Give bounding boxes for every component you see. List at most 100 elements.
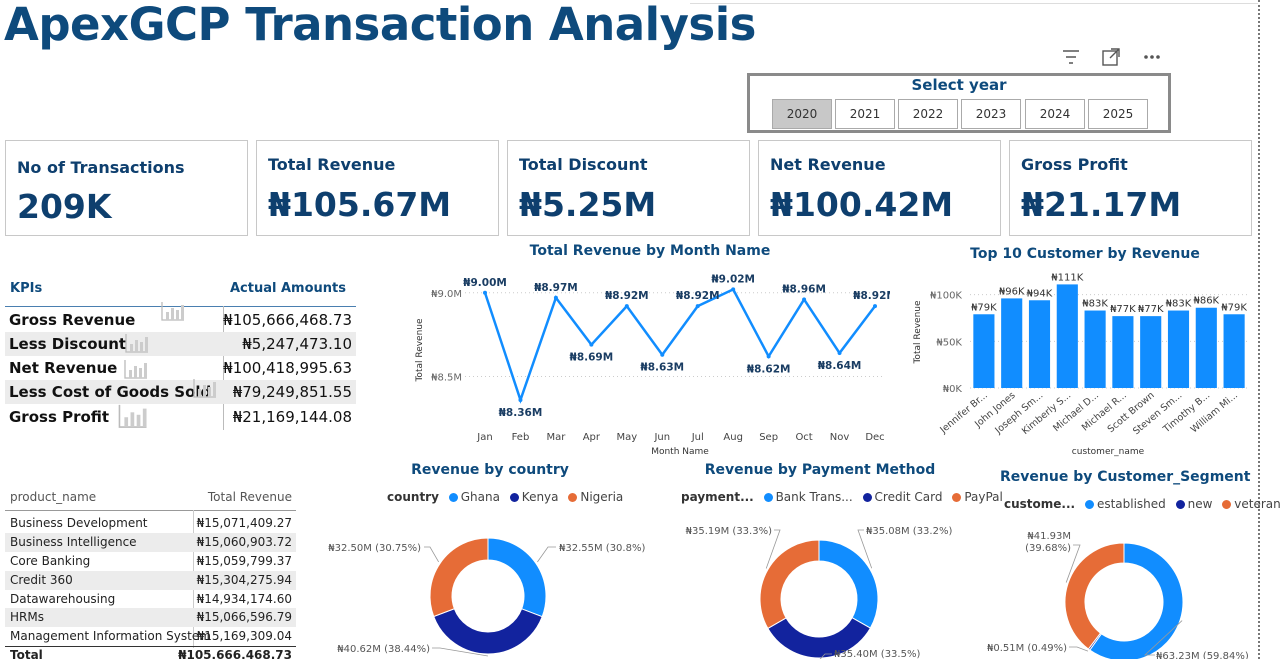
chart-icon	[161, 302, 184, 321]
product-revenue: ₦15,071,409.27	[196, 516, 292, 530]
legend-item[interactable]: Credit Card	[875, 490, 943, 504]
year-button-2020[interactable]: 2020	[772, 99, 832, 129]
data-label: ₦35.08M (33.2%)	[866, 526, 952, 537]
donut-slice[interactable]	[1064, 542, 1125, 650]
data-label: ₦8.63M	[640, 362, 684, 374]
legend-swatch	[568, 493, 578, 502]
line-point[interactable]	[731, 287, 736, 292]
legend-item[interactable]: Ghana	[461, 490, 500, 504]
data-label: ₦83K	[1082, 299, 1108, 310]
x-tick-label: Jan	[476, 432, 492, 443]
kpi-card-net-revenue: Net Revenue ₦100.42M	[758, 140, 1001, 236]
donut-chart-country[interactable]: ₦32.55M (30.8%) ₦40.62M (38.44%) ₦32.50M (…	[320, 515, 660, 659]
more-options-icon[interactable]	[1141, 46, 1163, 68]
kpi-card-value: ₦100.42M	[770, 185, 954, 224]
data-label: ₦8.69M	[570, 352, 614, 364]
leader-line	[424, 546, 439, 563]
bar[interactable]	[1223, 314, 1245, 388]
bar[interactable]	[1028, 300, 1051, 388]
x-axis-label: Month Name	[651, 447, 709, 457]
line-point[interactable]	[695, 304, 700, 309]
donut-chart-segment[interactable]: ₦63.23M (59.84%) ₦0.51M (0.49%) ₦41.93M(39…	[985, 515, 1257, 659]
legend-item[interactable]: Nigeria	[580, 490, 623, 504]
line-point[interactable]	[766, 354, 771, 359]
line-point[interactable]	[873, 304, 877, 309]
bar[interactable]	[973, 314, 995, 388]
x-tick-label: Feb	[512, 432, 530, 443]
legend-swatch	[952, 493, 962, 502]
filter-icon[interactable]	[1060, 46, 1082, 68]
bar[interactable]	[1001, 298, 1023, 388]
total-value: ₦105,666,468.73	[178, 648, 292, 659]
donut-slice[interactable]	[429, 537, 489, 618]
line-point[interactable]	[802, 297, 807, 302]
donut-slice[interactable]	[487, 537, 547, 618]
donut-slice[interactable]	[818, 539, 879, 629]
kpi-name: Gross Profit	[9, 408, 110, 426]
data-label: ₦9.00M	[463, 277, 507, 289]
bar[interactable]	[1140, 316, 1162, 388]
product-table-header: product_name Total Revenue	[5, 488, 296, 508]
year-button-2025[interactable]: 2025	[1088, 99, 1148, 129]
table-row: Credit 360 ₦15,304,275.94	[5, 571, 296, 590]
bar[interactable]	[1084, 310, 1106, 388]
kpi-table-row: Gross Profit ₦21,169,144.08	[5, 405, 356, 429]
bar-chart[interactable]: ₦0K₦50K₦100KTotal Revenue ₦79KJennifer Br…	[908, 266, 1253, 458]
legend-item[interactable]: Bank Trans...	[776, 490, 853, 504]
legend-item[interactable]: Kenya	[522, 490, 559, 504]
kpi-table-row: Net Revenue ₦100,418,995.63	[5, 356, 356, 380]
kpi-card-gross-profit: Gross Profit ₦21.17M	[1009, 140, 1252, 236]
kpi-amount: ₦105,666,468.73	[223, 311, 352, 329]
bar[interactable]	[1112, 316, 1134, 388]
year-slicer-title: Select year	[911, 76, 1007, 94]
legend-item[interactable]: established	[1097, 497, 1166, 511]
product-table-divider	[5, 510, 296, 511]
x-tick-label: Mar	[546, 432, 566, 443]
donut-chart-payment[interactable]: ₦35.08M (33.2%) ₦35.40M (33.5%) ₦35.19M (3…	[660, 515, 980, 659]
line-point[interactable]	[660, 352, 665, 357]
x-tick-label: Nov	[830, 432, 850, 443]
bar[interactable]	[1056, 284, 1078, 388]
y-tick-label: ₦50K	[936, 337, 962, 348]
product-revenue: ₦14,934,174.60	[196, 592, 292, 606]
data-label: ₦86K	[1193, 296, 1219, 307]
year-button-2024[interactable]: 2024	[1025, 99, 1085, 129]
legend-item[interactable]: new	[1188, 497, 1213, 511]
year-button-2021[interactable]: 2021	[835, 99, 895, 129]
data-label: ₦8.64M	[818, 360, 862, 372]
kpi-card-label: Net Revenue	[770, 155, 886, 174]
line-point[interactable]	[553, 295, 558, 300]
kpi-amount: ₦79,249,851.55	[232, 383, 352, 401]
data-label: ₦8.36M	[499, 407, 543, 419]
bar[interactable]	[1167, 310, 1190, 388]
kpi-name: Less Discount	[9, 335, 127, 353]
product-revenue: ₦15,059,799.37	[196, 554, 292, 568]
product-table-header-revenue[interactable]: Total Revenue	[208, 490, 292, 504]
kpi-card-value: 209K	[17, 187, 112, 226]
line-point[interactable]	[483, 290, 487, 295]
line-point[interactable]	[589, 342, 594, 347]
table-row: Management Information System ₦15,169,30…	[5, 627, 296, 646]
legend-item[interactable]: veteran	[1234, 497, 1280, 511]
line-chart[interactable]: ₦8.5M ₦9.0M Total Revenue ₦9.00M Jan ₦8.36M Fe…	[410, 262, 890, 458]
year-button-2023[interactable]: 2023	[961, 99, 1021, 129]
year-button-2022[interactable]: 2022	[898, 99, 958, 129]
bar[interactable]	[1195, 307, 1217, 388]
kpi-card-value: ₦105.67M	[268, 185, 452, 224]
kpi-table-header-kpis[interactable]: KPIs	[10, 281, 42, 296]
donut-payment-legend: payment... Bank Trans... Credit Card Pay…	[681, 490, 1003, 504]
legend-item[interactable]: PayPal	[964, 490, 1003, 504]
y-tick-label: ₦100K	[930, 291, 962, 302]
y-tick-label: ₦0K	[943, 384, 963, 395]
line-point[interactable]	[837, 351, 842, 356]
donut-slice[interactable]	[433, 608, 543, 655]
line-point[interactable]	[624, 304, 629, 309]
product-table-header-name[interactable]: product_name	[10, 490, 96, 504]
line-point[interactable]	[518, 397, 523, 402]
focus-mode-icon[interactable]	[1100, 46, 1122, 68]
data-label: ₦77K	[1138, 304, 1164, 315]
data-label: ₦0.51M (0.49%)	[987, 643, 1067, 654]
kpi-table-header-amounts[interactable]: Actual Amounts	[230, 281, 346, 296]
line-series[interactable]	[483, 287, 876, 404]
donut-slice[interactable]	[759, 539, 820, 630]
